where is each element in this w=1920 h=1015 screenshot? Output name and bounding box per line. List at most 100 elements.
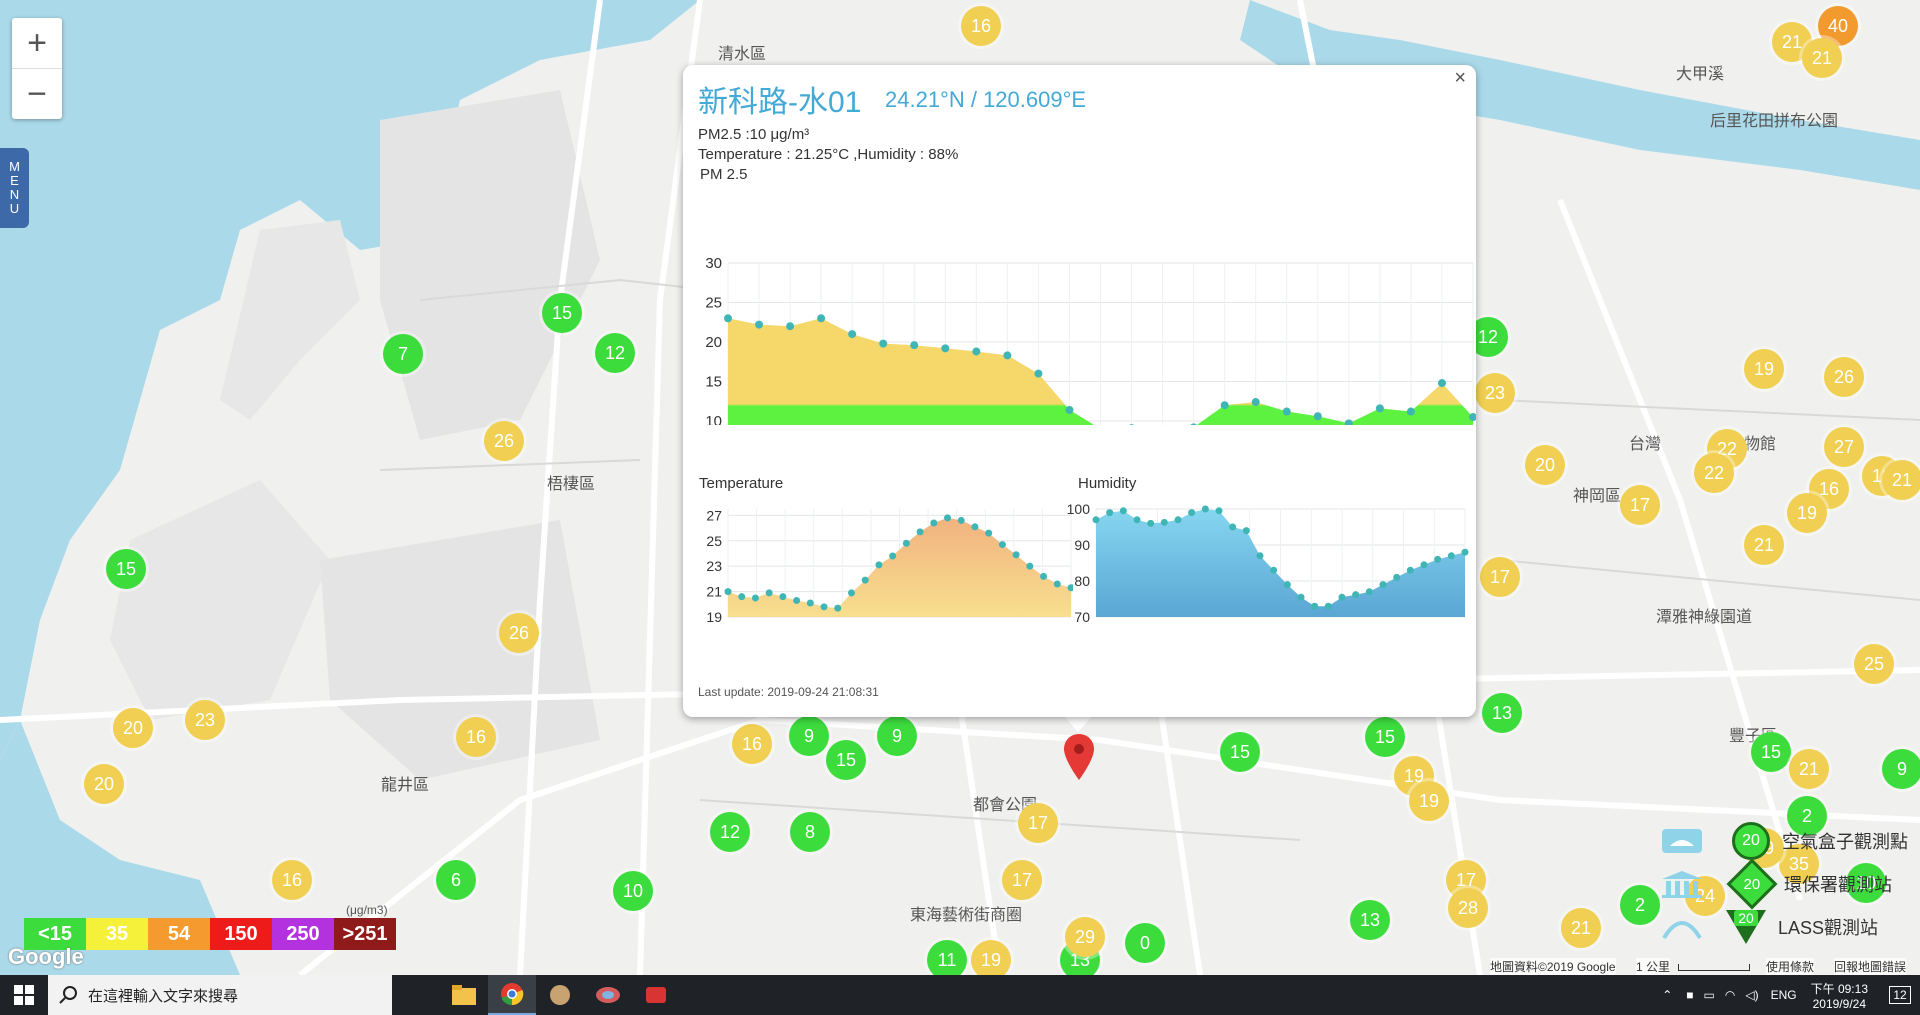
- pm-marker[interactable]: 23: [185, 700, 225, 740]
- zoom-in-button[interactable]: +: [12, 18, 62, 68]
- pm-marker[interactable]: 26: [499, 613, 539, 653]
- location-pin-icon[interactable]: [1064, 734, 1094, 780]
- pm-marker[interactable]: 27: [1824, 427, 1864, 467]
- pm-marker[interactable]: 9: [877, 716, 917, 756]
- data-point: [1065, 405, 1074, 414]
- pm-marker[interactable]: 21: [1882, 460, 1920, 500]
- app-icon[interactable]: [632, 975, 680, 1015]
- pm-marker[interactable]: 17: [1018, 803, 1058, 843]
- pm-marker[interactable]: 0: [1125, 923, 1165, 963]
- app-icon[interactable]: [536, 975, 584, 1015]
- volume-icon[interactable]: ◁): [1745, 988, 1758, 1002]
- pm-marker[interactable]: 20: [113, 708, 153, 748]
- pm-marker[interactable]: 19: [1744, 349, 1784, 389]
- pm-marker[interactable]: 12: [595, 333, 635, 373]
- pm-marker[interactable]: 15: [542, 293, 582, 333]
- pm-marker[interactable]: 26: [1824, 357, 1864, 397]
- pm-marker[interactable]: 16: [272, 860, 312, 900]
- pm-marker[interactable]: 16: [456, 717, 496, 757]
- menu-button[interactable]: M E N U: [0, 148, 29, 228]
- data-point: [738, 593, 746, 601]
- pm-marker[interactable]: 23: [1475, 373, 1515, 413]
- pm-marker[interactable]: 22: [1694, 453, 1734, 493]
- notification-count: 12: [1889, 986, 1911, 1004]
- legend-swatch: 150: [210, 918, 272, 950]
- data-point: [779, 593, 787, 601]
- pm-marker[interactable]: 15: [1220, 732, 1260, 772]
- data-point: [806, 599, 814, 607]
- taskbar-search-box[interactable]: 在這裡輸入文字來搜尋: [48, 975, 392, 1015]
- tray-app-icon[interactable]: ■: [1686, 988, 1693, 1002]
- clock[interactable]: 下午 09:13 2019/9/24: [1811, 980, 1868, 1011]
- pm-marker[interactable]: 15: [1751, 732, 1791, 772]
- pm-marker[interactable]: 17: [1620, 485, 1660, 525]
- data-point: [848, 330, 857, 339]
- pm-marker[interactable]: 9: [789, 716, 829, 756]
- pm-marker[interactable]: 21: [1561, 908, 1601, 948]
- pm-marker[interactable]: 16: [961, 6, 1001, 46]
- pm-marker[interactable]: 12: [710, 812, 750, 852]
- pm-marker[interactable]: 11: [927, 940, 967, 975]
- pm-marker[interactable]: 10: [613, 871, 653, 911]
- station-legend-lass[interactable]: 20 LASS觀測站: [1660, 910, 1878, 944]
- data-point: [957, 516, 965, 524]
- wifi-icon[interactable]: ◠: [1725, 988, 1735, 1002]
- pm-marker[interactable]: 13: [1482, 693, 1522, 733]
- y-tick-label: 21: [706, 584, 722, 600]
- data-point: [793, 596, 801, 604]
- zoom-out-button[interactable]: −: [12, 68, 62, 119]
- pm-marker[interactable]: 19: [1787, 493, 1827, 533]
- data-point: [1375, 404, 1384, 413]
- report-error-link[interactable]: 回報地圖錯誤: [1834, 958, 1907, 975]
- pm-marker[interactable]: 15: [826, 740, 866, 780]
- pm-marker[interactable]: 19: [1409, 781, 1449, 821]
- pm-marker[interactable]: 20: [84, 764, 124, 804]
- pm-marker[interactable]: 21: [1789, 749, 1829, 789]
- pm-marker[interactable]: 26: [484, 421, 524, 461]
- pm-marker[interactable]: 29: [1065, 917, 1105, 957]
- station-legend-airbox[interactable]: 20 空氣盒子觀測點: [1660, 822, 1908, 860]
- chrome-icon[interactable]: [488, 975, 536, 1015]
- start-button[interactable]: [0, 975, 48, 1015]
- data-point: [998, 541, 1006, 549]
- app-icon[interactable]: [584, 975, 632, 1015]
- pm-marker[interactable]: 15: [106, 549, 146, 589]
- pm-marker[interactable]: 2: [1620, 885, 1660, 925]
- file-explorer-icon[interactable]: [440, 975, 488, 1015]
- terms-link[interactable]: 使用條款: [1766, 958, 1815, 975]
- pm25-chart: 05101520253021010509131721: [705, 255, 1476, 425]
- station-value: 20: [1734, 910, 1758, 926]
- pm-marker[interactable]: 28: [1448, 888, 1488, 928]
- data-point: [724, 588, 732, 596]
- pm-marker[interactable]: 16: [732, 724, 772, 764]
- pm-marker[interactable]: 7: [383, 334, 423, 374]
- data-point: [820, 603, 828, 611]
- data-point: [1338, 593, 1346, 601]
- pm-marker[interactable]: 19: [971, 940, 1011, 975]
- station-legend-epa[interactable]: 20 環保署觀測站: [1660, 858, 1892, 910]
- chevron-up-icon[interactable]: ⌃: [1662, 988, 1672, 1002]
- data-point: [902, 539, 910, 547]
- map-place-label: 梧棲區: [546, 476, 596, 493]
- pm-marker[interactable]: 21: [1802, 38, 1842, 78]
- data-point: [1313, 412, 1322, 421]
- data-point: [765, 589, 773, 597]
- pm-marker[interactable]: 8: [790, 812, 830, 852]
- data-point: [1133, 516, 1141, 524]
- pm-marker[interactable]: 15: [1365, 717, 1405, 757]
- pm-marker[interactable]: 9: [1882, 749, 1920, 789]
- battery-icon[interactable]: ▭: [1704, 988, 1715, 1002]
- language-indicator[interactable]: ENG: [1771, 988, 1797, 1002]
- pm-marker[interactable]: 20: [1525, 445, 1565, 485]
- data-point: [889, 552, 897, 560]
- pm-marker[interactable]: 17: [1480, 557, 1520, 597]
- pm-marker[interactable]: 17: [1002, 860, 1042, 900]
- pm-marker[interactable]: 21: [1744, 525, 1784, 565]
- pm-marker[interactable]: 13: [1350, 900, 1390, 940]
- pm-marker[interactable]: 6: [436, 860, 476, 900]
- legend-swatch: >251: [334, 918, 396, 950]
- pm-marker[interactable]: 25: [1854, 644, 1894, 684]
- notification-center-icon[interactable]: 12: [1880, 975, 1920, 1015]
- data-point: [1201, 505, 1209, 513]
- close-button[interactable]: ×: [1454, 67, 1466, 90]
